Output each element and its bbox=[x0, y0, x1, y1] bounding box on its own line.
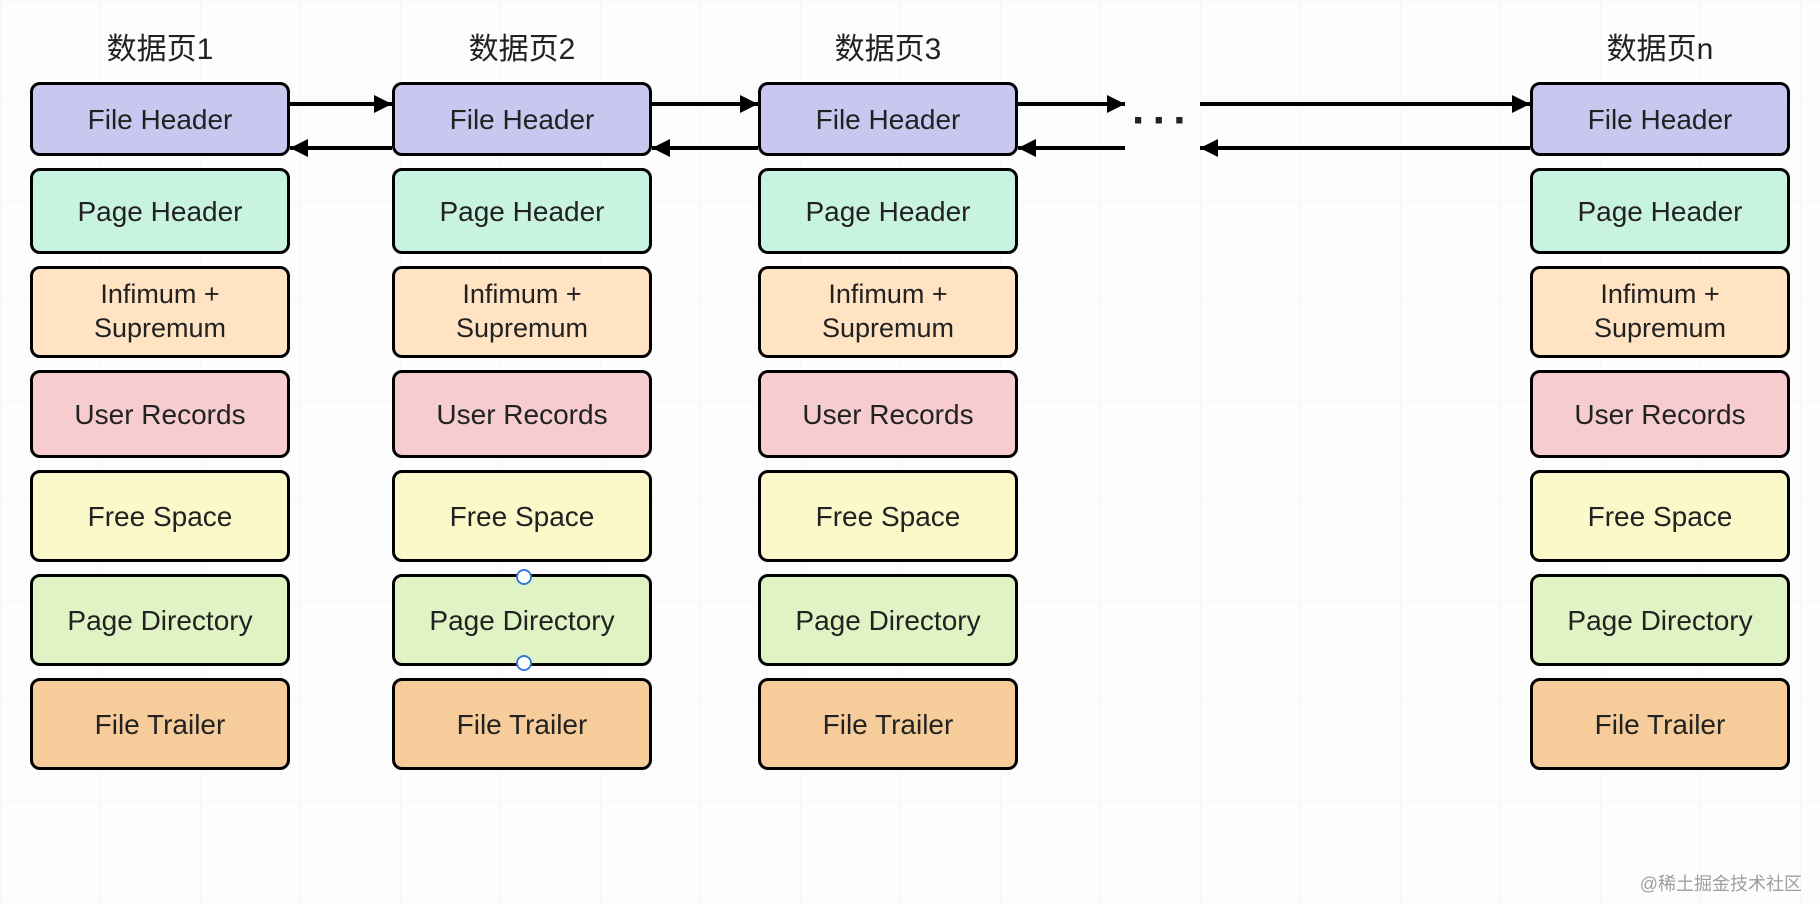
selection-handle[interactable] bbox=[516, 569, 532, 585]
section-free_space: Free Space bbox=[30, 470, 290, 562]
link-arrow bbox=[642, 89, 768, 119]
selection-handle[interactable] bbox=[516, 655, 532, 671]
section-user_records: User Records bbox=[1530, 370, 1790, 458]
ellipsis: ··· bbox=[1132, 96, 1194, 146]
page-title: 数据页3 bbox=[758, 24, 1018, 68]
section-page_header: Page Header bbox=[758, 168, 1018, 254]
section-infimum: Infimum + Supremum bbox=[392, 266, 652, 358]
page-stack: File Header Page Header Infimum + Supremum… bbox=[30, 82, 290, 782]
section-page_directory: Page Directory bbox=[1530, 574, 1790, 666]
section-user_records: User Records bbox=[30, 370, 290, 458]
section-file_header: File Header bbox=[392, 82, 652, 156]
section-file_trailer: File Trailer bbox=[392, 678, 652, 770]
link-arrow bbox=[280, 89, 402, 119]
link-arrow bbox=[1008, 89, 1135, 119]
link-arrow bbox=[642, 133, 768, 163]
section-infimum: Infimum + Supremum bbox=[758, 266, 1018, 358]
link-arrow bbox=[1008, 133, 1135, 163]
section-user_records: User Records bbox=[392, 370, 652, 458]
link-arrow bbox=[1190, 89, 1540, 119]
section-page_directory: Page Directory bbox=[758, 574, 1018, 666]
section-free_space: Free Space bbox=[758, 470, 1018, 562]
section-file_header: File Header bbox=[1530, 82, 1790, 156]
watermark: @稀土掘金技术社区 bbox=[1640, 870, 1802, 896]
page-title: 数据页2 bbox=[392, 24, 652, 68]
section-free_space: Free Space bbox=[1530, 470, 1790, 562]
section-file_trailer: File Trailer bbox=[758, 678, 1018, 770]
section-user_records: User Records bbox=[758, 370, 1018, 458]
page-title: 数据页n bbox=[1530, 24, 1790, 68]
page-stack: File Header Page Header Infimum + Supremum… bbox=[1530, 82, 1790, 782]
page-stack: File Header Page Header Infimum + Supremum… bbox=[392, 82, 652, 782]
section-file_trailer: File Trailer bbox=[1530, 678, 1790, 770]
page-stack: File Header Page Header Infimum + Supremum… bbox=[758, 82, 1018, 782]
link-arrow bbox=[280, 133, 402, 163]
section-file_header: File Header bbox=[758, 82, 1018, 156]
section-infimum: Infimum + Supremum bbox=[1530, 266, 1790, 358]
section-page_header: Page Header bbox=[392, 168, 652, 254]
section-file_trailer: File Trailer bbox=[30, 678, 290, 770]
page-title: 数据页1 bbox=[30, 24, 290, 68]
section-infimum: Infimum + Supremum bbox=[30, 266, 290, 358]
section-file_header: File Header bbox=[30, 82, 290, 156]
section-page_directory: Page Directory bbox=[30, 574, 290, 666]
section-page_header: Page Header bbox=[30, 168, 290, 254]
link-arrow bbox=[1190, 133, 1540, 163]
section-page_directory: Page Directory bbox=[392, 574, 652, 666]
section-page_header: Page Header bbox=[1530, 168, 1790, 254]
section-free_space: Free Space bbox=[392, 470, 652, 562]
